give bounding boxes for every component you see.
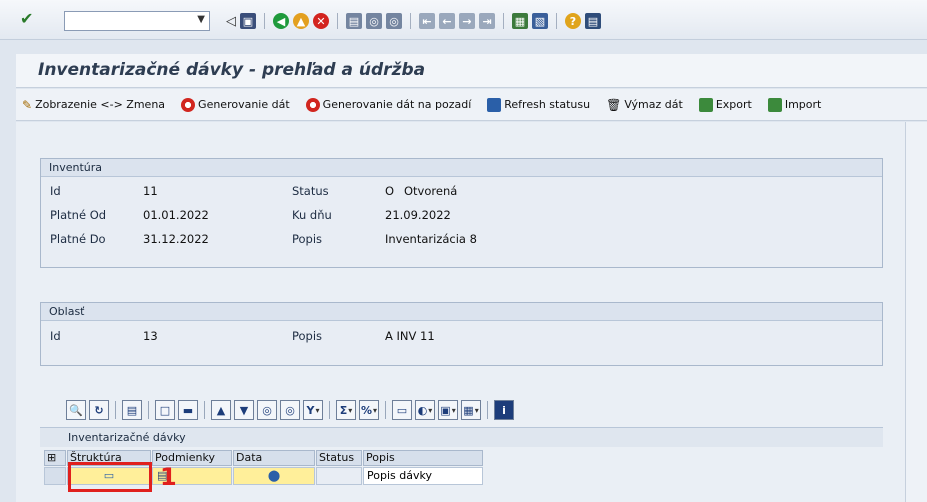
help-icon[interactable]: ? <box>565 13 581 29</box>
column-header-data[interactable]: Data <box>233 450 315 466</box>
find-icon[interactable]: ◎ <box>366 13 382 29</box>
enter-check-icon[interactable]: ✔ <box>20 10 38 28</box>
find-next-icon[interactable]: ◎ <box>280 400 300 420</box>
group-header: Oblasť <box>41 303 882 321</box>
generate-data-background-button[interactable]: Generovanie dát na pozadí <box>298 94 480 116</box>
import-button[interactable]: Import <box>760 94 830 116</box>
select-all-icon[interactable]: ⊞ <box>44 450 66 466</box>
shortcut-icon[interactable]: ▧ <box>532 13 548 29</box>
group-header: Inventúra <box>41 159 882 177</box>
glasses-pencil-icon: ✎ <box>22 97 33 112</box>
application-toolbar: ✎ Zobrazenie <-> Zmena Generovanie dát G… <box>16 89 927 121</box>
delete-data-button[interactable]: 🗑 Výmaz dát <box>598 94 691 116</box>
delete-row-icon[interactable]: ▬ <box>178 400 198 420</box>
print-preview-icon[interactable]: ▭ <box>392 400 412 420</box>
highlight-box <box>68 462 152 492</box>
right-scrollbar[interactable] <box>905 122 927 502</box>
new-row-icon[interactable]: □ <box>155 400 175 420</box>
page-title: Inventarizačné dávky - prehľad a údržba <box>38 60 426 80</box>
chevron-down-icon[interactable]: ▼ <box>197 14 205 25</box>
trash-icon: 🗑 <box>606 97 622 112</box>
next-page-icon[interactable]: → <box>459 13 475 29</box>
save-icon[interactable]: ▣ <box>240 13 256 29</box>
field-label-status: Status <box>292 184 329 198</box>
exit-icon[interactable]: ▲ <box>293 13 309 29</box>
sum-icon[interactable]: Σ <box>336 400 356 420</box>
field-label-description: Popis <box>292 232 323 246</box>
field-label-valid-to: Platné Do <box>50 232 106 246</box>
command-field[interactable]: ▼ <box>64 11 210 31</box>
field-label-id: Id <box>50 184 61 198</box>
cancel-icon[interactable]: ✕ <box>313 13 329 29</box>
as-of-value: 21.09.2022 <box>385 208 451 222</box>
description-cell[interactable]: Popis dávky <box>363 467 483 485</box>
sort-descending-icon[interactable]: ▼ <box>234 400 254 420</box>
alv-toolbar: 🔍 ↻ ▤ □ ▬ ▲ ▼ ◎ ◎ Y Σ % ▭ ◐ ▣ ▦ i <box>66 398 514 422</box>
last-page-icon[interactable]: ⇥ <box>479 13 495 29</box>
back-arrow-icon[interactable]: ◁ <box>226 14 236 29</box>
field-label-valid-from: Platné Od <box>50 208 107 222</box>
field-label-area-description: Popis <box>292 329 323 343</box>
export-icon[interactable]: ▣ <box>438 400 458 420</box>
annotation-number: 1 <box>160 463 177 491</box>
row-selector[interactable] <box>44 467 66 485</box>
valid-to-value: 31.12.2022 <box>143 232 209 246</box>
field-label-as-of: Ku dňu <box>292 208 332 222</box>
refresh-icon <box>487 97 502 112</box>
alv-grid-title: Inventarizačné dávky <box>40 427 883 447</box>
filter-icon[interactable]: Y <box>303 400 323 420</box>
execute-icon <box>181 97 196 112</box>
oblast-group: Oblasť <box>40 302 883 366</box>
sort-ascending-icon[interactable]: ▲ <box>211 400 231 420</box>
info-icon[interactable]: i <box>494 400 514 420</box>
description-value: Inventarizácia 8 <box>385 232 477 246</box>
subtotal-icon[interactable]: % <box>359 400 379 420</box>
first-page-icon[interactable]: ⇤ <box>419 13 435 29</box>
new-session-icon[interactable]: ▦ <box>512 13 528 29</box>
column-header-status[interactable]: Status <box>316 450 362 466</box>
title-bar: Inventarizačné dávky - prehľad a údržba <box>16 54 927 88</box>
toggle-display-change-button[interactable]: ✎ Zobrazenie <-> Zmena <box>16 94 173 116</box>
customize-layout-icon[interactable]: ▤ <box>585 13 601 29</box>
import-icon <box>767 97 782 112</box>
status-code: O <box>385 184 395 198</box>
status-value: Otvorená <box>404 184 458 198</box>
details-icon[interactable]: 🔍 <box>66 400 86 420</box>
print-icon[interactable]: ▤ <box>346 13 362 29</box>
status-cell <box>316 467 362 485</box>
inventura-id-value: 11 <box>143 184 158 198</box>
back-icon[interactable]: ◀ <box>273 13 289 29</box>
refresh-icon[interactable]: ↻ <box>89 400 109 420</box>
generate-data-button[interactable]: Generovanie dát <box>173 94 298 116</box>
field-label-area-id: Id <box>50 329 61 343</box>
area-id-value: 13 <box>143 329 158 343</box>
views-icon[interactable]: ◐ <box>415 400 435 420</box>
find-next-icon[interactable]: ◎ <box>386 13 402 29</box>
area-description-value: A INV 11 <box>385 329 435 343</box>
export-button[interactable]: Export <box>691 94 760 116</box>
data-button[interactable]: ⬤ <box>233 467 315 485</box>
background-execute-icon <box>305 97 320 112</box>
layout-icon[interactable]: ▦ <box>461 400 481 420</box>
previous-page-icon[interactable]: ← <box>439 13 455 29</box>
find-icon[interactable]: ◎ <box>257 400 277 420</box>
paste-icon[interactable]: ▤ <box>122 400 142 420</box>
export-icon <box>698 97 713 112</box>
system-toolbar: ✔ ▼ ◁ ▣ ◀ ▲ ✕ ▤ ◎ ◎ ⇤ ← → ⇥ ▦ ▧ ? ▤ <box>0 0 927 40</box>
column-header-description[interactable]: Popis <box>363 450 483 466</box>
database-icon: ⬤ <box>267 469 281 482</box>
refresh-status-button[interactable]: Refresh statusu <box>479 94 598 116</box>
valid-from-value: 01.01.2022 <box>143 208 209 222</box>
